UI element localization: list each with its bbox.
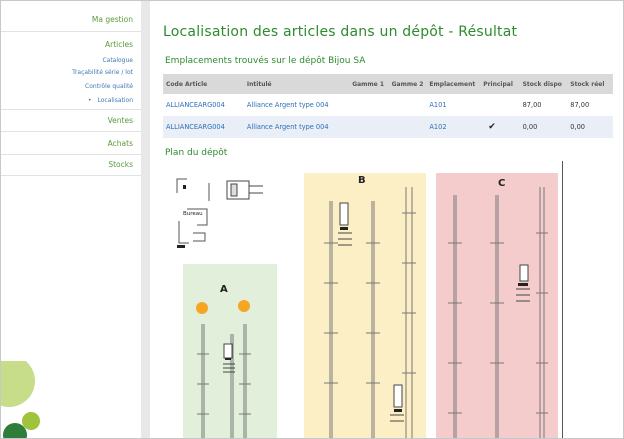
- sidebar-divider: [1, 175, 141, 176]
- col-header-stock-reel[interactable]: Stock réel: [567, 74, 613, 94]
- table-header-row: Code Article Intitulé Gamme 1 Gamme 2 Em…: [163, 74, 613, 94]
- zone-b-racks: [324, 187, 416, 438]
- col-header-code[interactable]: Code Article: [163, 74, 244, 94]
- cell-gamme1: [348, 94, 387, 116]
- col-header-stock-dispo[interactable]: Stock dispo: [519, 74, 568, 94]
- cell-emplacement[interactable]: A101: [426, 94, 480, 116]
- app-window: Ma gestion Articles Catalogue Traçabilit…: [0, 0, 624, 439]
- locations-table: Code Article Intitulé Gamme 1 Gamme 2 Em…: [163, 74, 613, 138]
- cell-intitule[interactable]: Alliance Argent type 004: [243, 116, 348, 138]
- sidebar-subitem-controle-qualite[interactable]: Contrôle qualité: [85, 83, 133, 90]
- cell-principal-check-icon: ✔: [480, 116, 520, 138]
- col-header-principal[interactable]: Principal: [480, 74, 520, 94]
- sidebar-divider: [1, 154, 141, 155]
- cell-gamme1: [347, 116, 388, 138]
- bureau-label: Bureau: [183, 211, 203, 217]
- sidebar-item-ma-gestion[interactable]: Ma gestion: [92, 15, 133, 24]
- sidebar-item-stocks[interactable]: Stocks: [108, 160, 133, 169]
- cell-stock-reel: 87,00: [570, 101, 590, 109]
- table-row[interactable]: ALLIANCEARG004 Alliance Argent type 004 …: [163, 116, 613, 138]
- col-header-emplacement[interactable]: Emplacement: [426, 74, 481, 94]
- sidebar-item-achats[interactable]: Achats: [108, 139, 133, 148]
- cell-stock-reel: 0,00: [567, 116, 613, 138]
- active-bullet: •: [87, 97, 92, 104]
- page-title: Localisation des articles dans un dépôt …: [163, 24, 518, 40]
- section-title-plan: Plan du dépôt: [165, 148, 228, 158]
- cell-code[interactable]: ALLIANCEARG004: [163, 94, 244, 116]
- col-header-intitule[interactable]: Intitulé: [243, 74, 348, 94]
- sidebar-item-articles[interactable]: Articles: [105, 40, 133, 49]
- cell-stock-dispo: 87,00: [522, 101, 542, 109]
- table-row[interactable]: ALLIANCEARG004 Alliance Argent type 004 …: [163, 94, 613, 116]
- plan-boundary-line: [562, 161, 563, 438]
- zone-c-racks: [448, 187, 548, 438]
- sidebar-divider: [1, 109, 141, 110]
- cell-principal: [480, 94, 519, 116]
- cell-emplacement[interactable]: A102: [426, 116, 481, 138]
- sidebar-separator: [141, 1, 150, 438]
- cell-stock-dispo: 0,00: [519, 116, 568, 138]
- col-header-gamme1[interactable]: Gamme 1: [347, 74, 388, 94]
- zone-a-racks: [197, 324, 251, 438]
- sidebar-divider: [1, 31, 141, 32]
- sidebar-subitem-localisation[interactable]: • Localisation: [88, 97, 133, 104]
- sidebar-subitem-catalogue[interactable]: Catalogue: [102, 57, 133, 64]
- sidebar-item-ventes[interactable]: Ventes: [108, 116, 133, 125]
- section-title-emplacements: Emplacements trouvés sur le dépôt Bijou …: [165, 56, 366, 66]
- sidebar-subitem-localisation-label: Localisation: [97, 97, 133, 104]
- sidebar-subitem-tracabilite[interactable]: Traçabilité série / lot: [72, 69, 133, 76]
- sidebar-nav: Ma gestion Articles Catalogue Traçabilit…: [1, 1, 141, 438]
- cell-gamme2: [387, 94, 426, 116]
- leaf-logo-icon: [1, 361, 40, 438]
- col-header-gamme2[interactable]: Gamme 2: [387, 74, 427, 94]
- cell-gamme2: [387, 116, 427, 138]
- cell-code[interactable]: ALLIANCEARG004: [163, 116, 244, 138]
- sidebar-divider: [1, 131, 141, 132]
- main-content: Localisation des articles dans un dépôt …: [156, 1, 616, 438]
- cell-intitule[interactable]: Alliance Argent type 004: [244, 94, 348, 116]
